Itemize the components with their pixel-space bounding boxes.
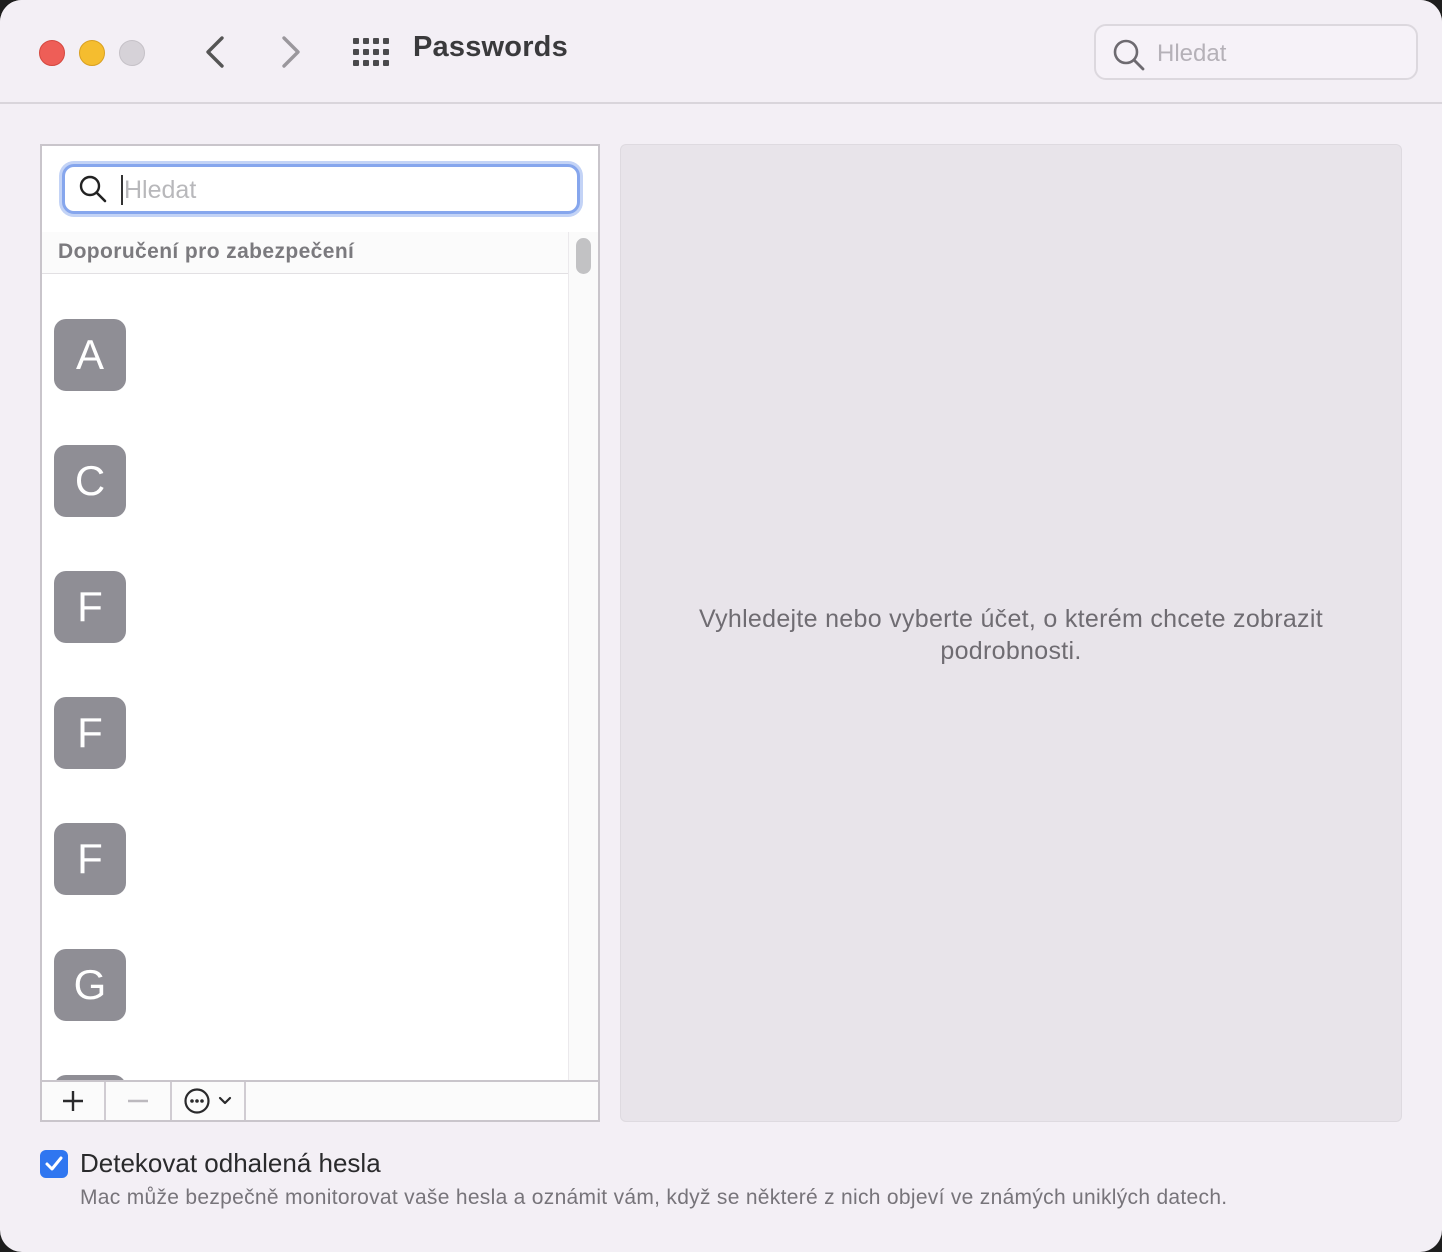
list-item[interactable]: F [42,778,568,904]
more-options-menu-button[interactable] [172,1082,246,1120]
scrollbar-thumb[interactable] [576,238,591,274]
zoom-window-button[interactable] [119,40,145,66]
detail-panel: Vyhledejte nebo vyberte účet, o kterém c… [620,144,1402,1122]
security-recommendations-header[interactable]: Doporučení pro zabezpečení [42,232,568,274]
list-item[interactable]: F [42,526,568,652]
chevron-down-icon [218,1096,232,1105]
ellipsis-circle-icon [184,1088,210,1114]
preferences-search-field[interactable]: Hledat [1094,24,1418,80]
chevron-left-icon [206,36,224,68]
title-bar: Passwords Hledat [0,0,1442,104]
back-button[interactable] [196,32,236,72]
section-header-label: Doporučení pro zabezpečení [58,240,355,263]
detect-compromised-passwords-label[interactable]: Detekovat odhalená hesla [80,1148,381,1179]
site-avatar: G [54,949,126,1021]
passwords-window: Passwords Hledat Hledat Doporučení pro z… [0,0,1442,1252]
text-cursor [121,175,123,205]
search-icon [1113,39,1145,71]
password-list-panel: Hledat Doporučení pro zabezpečení A C F … [40,144,600,1122]
window-title: Passwords [413,31,568,63]
empty-state-message: Vyhledejte nebo vyberte účet, o kterém c… [699,605,1323,665]
checkmark-icon [45,1156,63,1171]
close-window-button[interactable] [39,40,65,66]
site-avatar: C [54,445,126,517]
search-placeholder: Hledat [1157,40,1227,67]
list-item[interactable]: G [42,1030,568,1080]
list-item[interactable]: G [42,904,568,1030]
list-item[interactable]: C [42,400,568,526]
search-icon [79,175,107,203]
chevron-right-icon [282,36,300,68]
list-search-input[interactable]: Hledat [62,164,580,214]
minimize-window-button[interactable] [79,40,105,66]
show-all-grid-button[interactable] [352,37,390,67]
detect-compromised-passwords-description: Mac může bezpečně monitorovat vaše hesla… [80,1186,1228,1209]
site-avatar: A [54,319,126,391]
list-scrollbar[interactable] [568,232,598,1080]
forward-button[interactable] [270,32,310,72]
plus-icon [63,1091,83,1111]
list-search-placeholder: Hledat [124,176,197,204]
detect-compromised-passwords-checkbox[interactable] [40,1150,68,1178]
password-list: A C F F F G G [42,274,568,1080]
grid-icon [353,38,389,66]
site-avatar: F [54,697,126,769]
list-item[interactable]: F [42,652,568,778]
site-avatar: F [54,571,126,643]
list-item[interactable]: A [42,274,568,400]
list-toolbar [42,1080,598,1120]
minus-icon [128,1099,148,1103]
add-password-button[interactable] [42,1082,106,1120]
site-avatar: F [54,823,126,895]
remove-password-button[interactable] [106,1082,172,1120]
